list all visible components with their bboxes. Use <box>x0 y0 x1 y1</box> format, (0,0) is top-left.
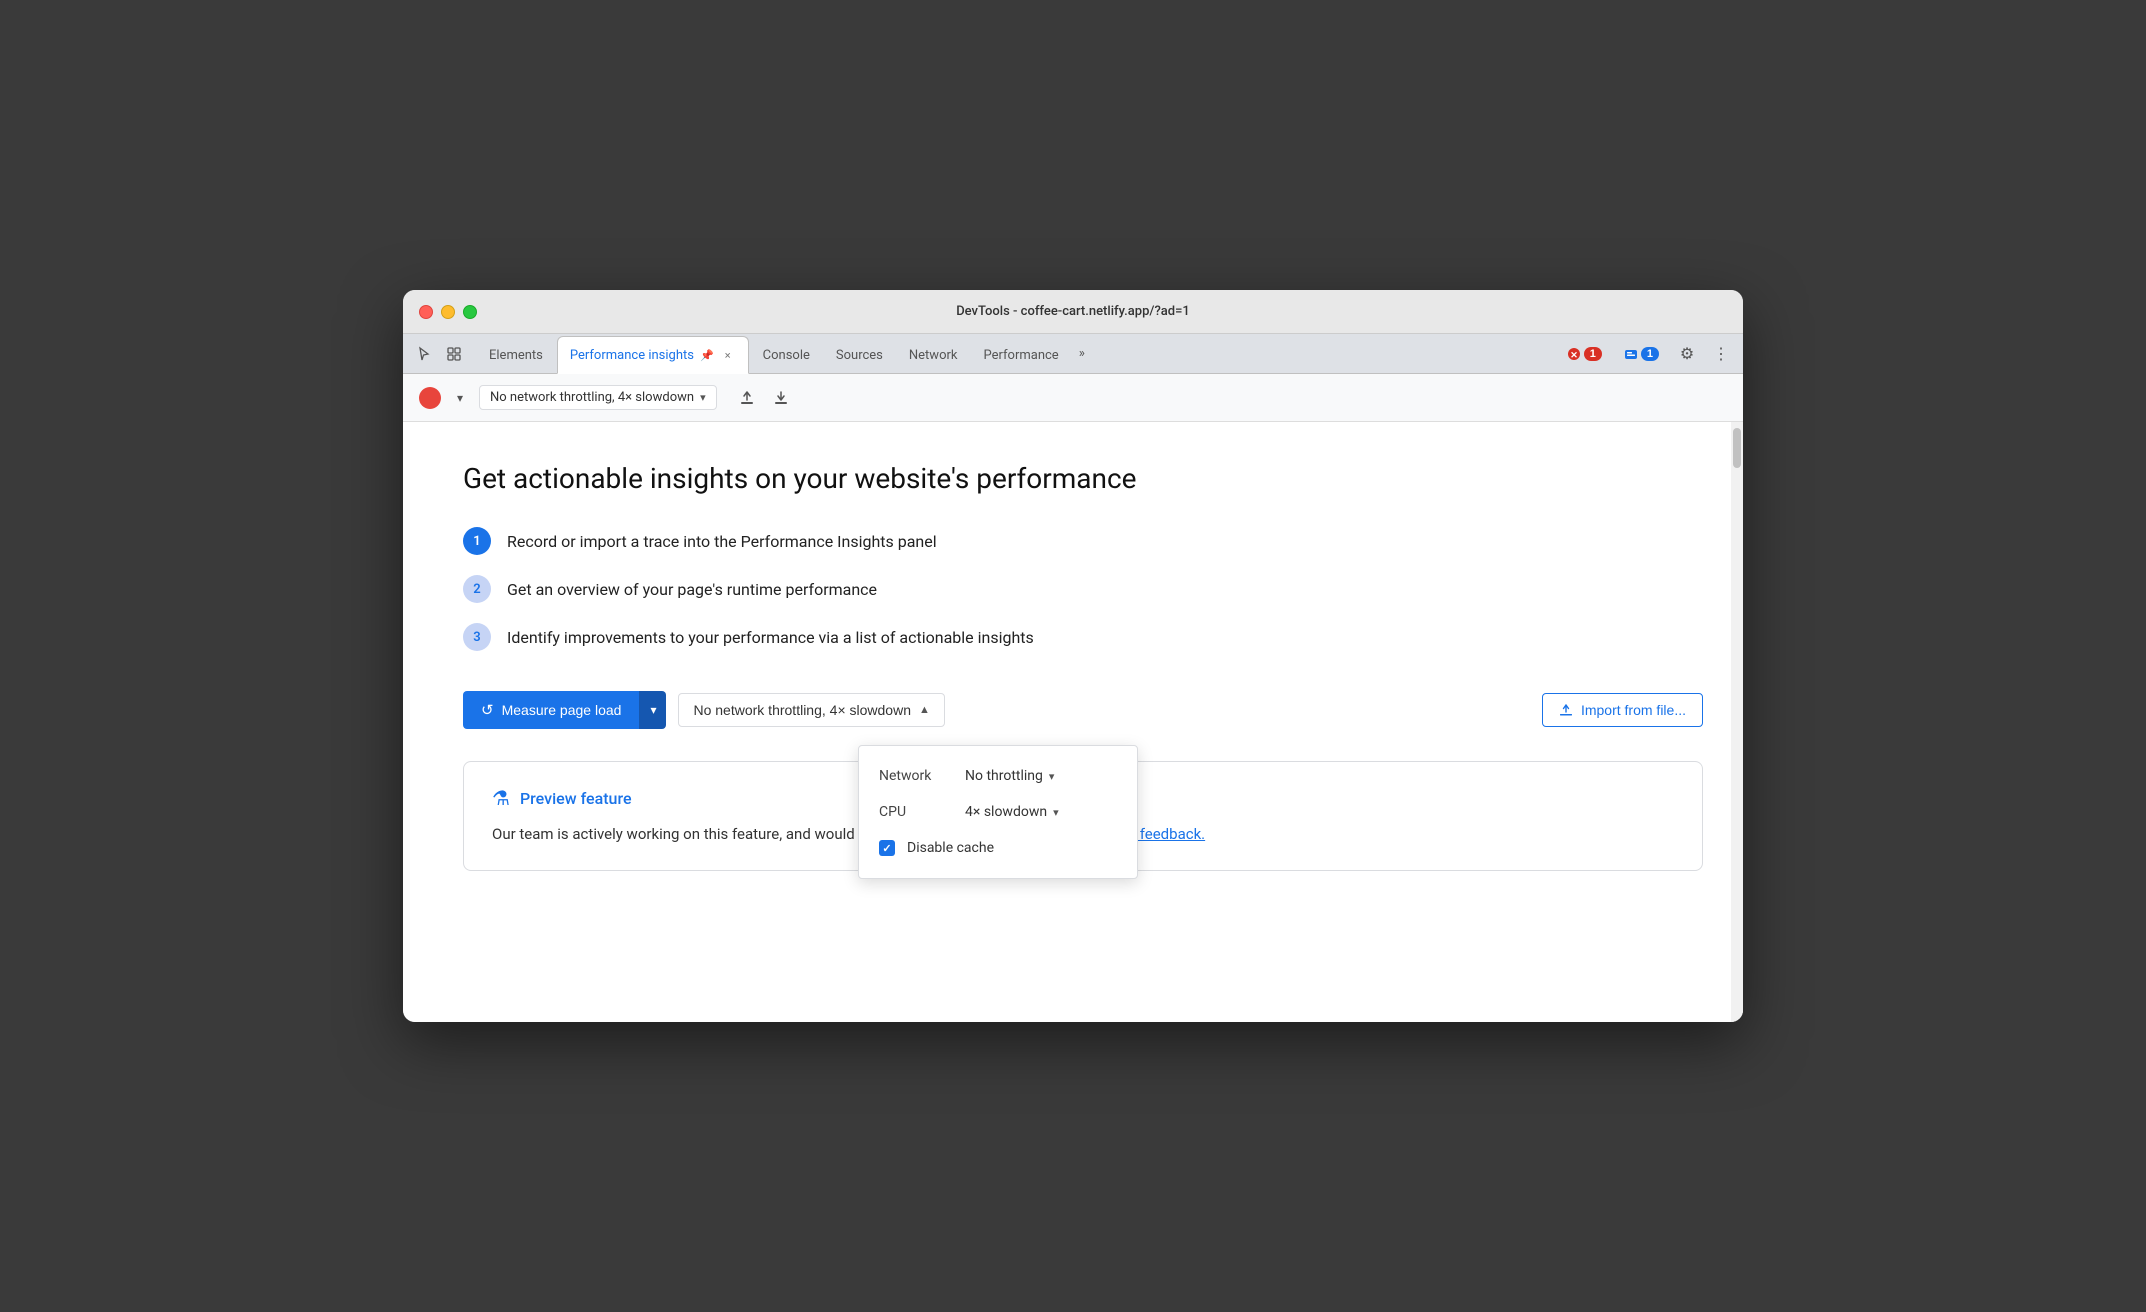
measure-dropdown-arrow[interactable]: ▾ <box>639 691 666 729</box>
network-row: Network No throttling ▾ <box>859 758 1137 794</box>
tab-console-label: Console <box>763 348 810 363</box>
preview-feature-title: Preview feature <box>520 789 632 808</box>
tab-console[interactable]: Console <box>751 336 822 374</box>
disable-cache-label: Disable cache <box>907 840 994 856</box>
info-badge-button[interactable]: 1 <box>1616 345 1667 363</box>
network-select-label: No network throttling, 4× slowdown <box>693 702 911 718</box>
action-row: ↺ Measure page load ▾ No network throttl… <box>463 691 1703 729</box>
main-content: Get actionable insights on your website'… <box>403 422 1743 1022</box>
devtools-window: DevTools - coffee-cart.netlify.app/?ad=1… <box>403 290 1743 1022</box>
throttle-select-toolbar[interactable]: No network throttling, 4× slowdown ▾ <box>479 385 717 410</box>
throttle-select-arrow: ▾ <box>700 391 706 404</box>
step-text-2: Get an overview of your page's runtime p… <box>507 580 877 599</box>
tab-elements[interactable]: Elements <box>477 336 555 374</box>
error-badge-button[interactable]: ✕ 1 <box>1559 345 1610 363</box>
measure-page-load-button[interactable]: ↺ Measure page load <box>463 691 639 729</box>
maximize-button[interactable] <box>463 305 477 319</box>
svg-text:✕: ✕ <box>1570 350 1578 360</box>
throttle-dropdown-menu: Network No throttling ▾ CPU 4× slowdown … <box>858 745 1138 879</box>
chevron-down-icon: ▾ <box>650 703 656 717</box>
more-vert-icon: ⋮ <box>1713 344 1729 364</box>
flask-icon: ⚗ <box>492 786 510 810</box>
cpu-label: CPU <box>879 804 949 820</box>
disable-cache-row: Disable cache <box>859 830 1137 866</box>
network-throttle-select-button[interactable]: No network throttling, 4× slowdown ▲ <box>678 693 944 727</box>
refresh-icon: ↺ <box>481 701 494 719</box>
step-number-3: 3 <box>463 623 491 651</box>
content-area: Get actionable insights on your website'… <box>403 422 1743 1022</box>
tab-sources[interactable]: Sources <box>824 336 895 374</box>
pin-icon: 📌 <box>700 349 714 362</box>
tab-performance-label: Performance <box>984 348 1059 363</box>
tab-elements-label: Elements <box>489 348 543 363</box>
export-button[interactable] <box>733 384 761 412</box>
scrollbar-thumb[interactable] <box>1733 428 1741 468</box>
tab-more-button[interactable]: » <box>1073 334 1091 373</box>
settings-icon-button[interactable]: ⚙ <box>1673 340 1701 368</box>
tab-bar: Elements Performance insights 📌 × Consol… <box>403 334 1743 374</box>
tab-performance-insights-label: Performance insights <box>570 348 694 363</box>
network-dropdown-arrow: ▾ <box>1049 770 1055 783</box>
close-button[interactable] <box>419 305 433 319</box>
toolbar: ▾ No network throttling, 4× slowdown ▾ <box>403 374 1743 422</box>
import-btn-label: Import from file... <box>1581 702 1686 718</box>
tab-sources-label: Sources <box>836 348 883 363</box>
tab-network-label: Network <box>909 348 958 363</box>
steps-list: 1 Record or import a trace into the Perf… <box>463 527 1703 651</box>
gear-icon: ⚙ <box>1680 344 1694 364</box>
more-options-button[interactable]: ⋮ <box>1707 340 1735 368</box>
cpu-dropdown-arrow: ▾ <box>1053 806 1059 819</box>
step-number-1: 1 <box>463 527 491 555</box>
network-label: Network <box>879 768 949 784</box>
record-button[interactable] <box>419 387 441 409</box>
import-button[interactable] <box>767 384 795 412</box>
select-arrow-up-icon: ▲ <box>919 704 930 716</box>
record-dropdown-arrow[interactable]: ▾ <box>449 387 471 409</box>
scrollbar[interactable] <box>1731 422 1743 1022</box>
disable-cache-checkbox[interactable] <box>879 840 895 856</box>
cpu-value-select[interactable]: 4× slowdown ▾ <box>965 804 1059 820</box>
traffic-lights <box>419 305 477 319</box>
window-title: DevTools - coffee-cart.netlify.app/?ad=1 <box>956 304 1190 319</box>
title-bar: DevTools - coffee-cart.netlify.app/?ad=1 <box>403 290 1743 334</box>
step-text-1: Record or import a trace into the Perfor… <box>507 532 937 551</box>
layers-icon-button[interactable] <box>441 341 467 367</box>
step-text-3: Identify improvements to your performanc… <box>507 628 1034 647</box>
tab-close-icon[interactable]: × <box>720 347 736 363</box>
list-item: 1 Record or import a trace into the Perf… <box>463 527 1703 555</box>
error-count-badge: 1 <box>1584 347 1602 361</box>
minimize-button[interactable] <box>441 305 455 319</box>
info-count-badge: 1 <box>1641 347 1659 361</box>
cpu-row: CPU 4× slowdown ▾ <box>859 794 1137 830</box>
tab-bar-right: ✕ 1 1 ⚙ ⋮ <box>1559 334 1735 373</box>
toolbar-upload-btns <box>733 384 795 412</box>
main-heading: Get actionable insights on your website'… <box>463 462 1703 495</box>
tab-performance-insights[interactable]: Performance insights 📌 × <box>557 336 749 374</box>
cursor-icon-button[interactable] <box>411 341 437 367</box>
network-value-select[interactable]: No throttling ▾ <box>965 768 1054 784</box>
throttle-select-label: No network throttling, 4× slowdown <box>490 390 694 405</box>
step-number-2: 2 <box>463 575 491 603</box>
measure-btn-group: ↺ Measure page load ▾ <box>463 691 666 729</box>
tab-bar-icons <box>411 334 467 373</box>
tab-network[interactable]: Network <box>897 336 970 374</box>
import-from-file-button[interactable]: Import from file... <box>1542 693 1703 727</box>
list-item: 2 Get an overview of your page's runtime… <box>463 575 1703 603</box>
tab-performance[interactable]: Performance <box>972 336 1071 374</box>
list-item: 3 Identify improvements to your performa… <box>463 623 1703 651</box>
